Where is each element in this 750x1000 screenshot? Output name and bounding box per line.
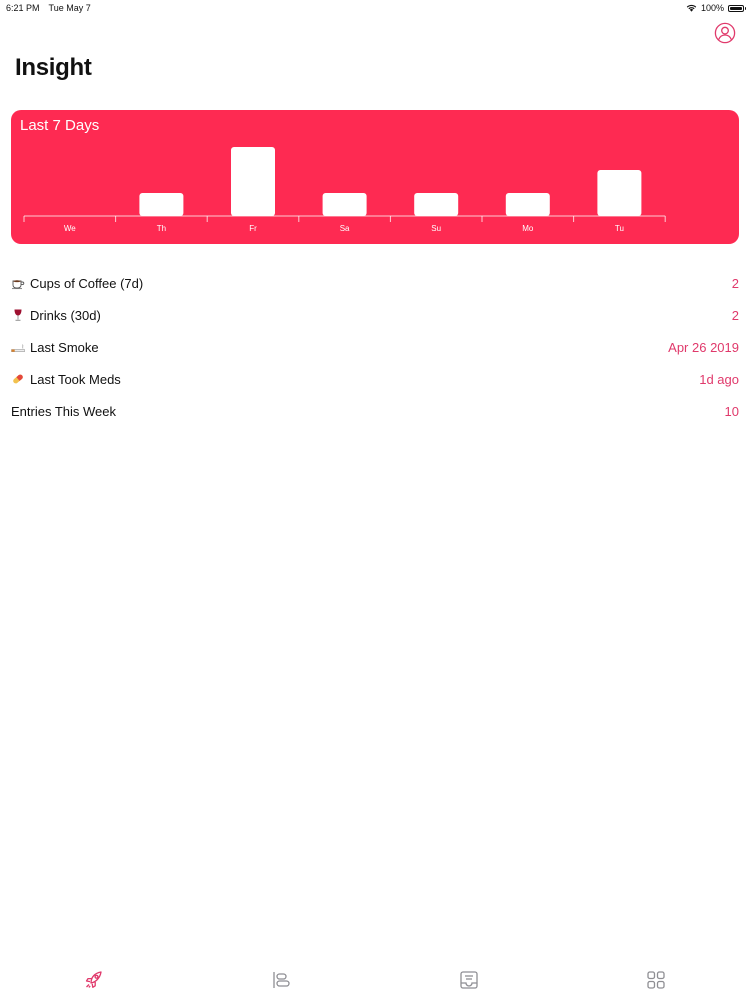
stat-row[interactable]: Entries This Week 10: [11, 395, 739, 427]
stats-list: Cups of Coffee (7d) 2 Drinks (30d) 2 Last Sm…: [11, 267, 739, 427]
tab-bar: [0, 960, 750, 1000]
stat-label-group: Entries This Week: [11, 404, 116, 419]
status-left: 6:21 PM Tue May 7: [6, 3, 91, 13]
stat-label: Last Took Meds: [30, 371, 121, 387]
page-title: Insight: [15, 54, 92, 81]
stat-row[interactable]: Last Took Meds 1d ago: [11, 363, 739, 395]
tray-list-icon: [460, 971, 478, 989]
chart-bar-th: [139, 193, 184, 216]
status-date: Tue May 7: [48, 3, 91, 13]
status-time: 6:21 PM: [6, 3, 40, 13]
cigarette-icon: [11, 340, 25, 354]
x-tick-label: Su: [431, 224, 441, 233]
stat-value: 1d ago: [699, 371, 739, 387]
status-right: 100%: [686, 3, 746, 13]
wine-glass-icon: [11, 308, 25, 322]
battery-icon: [728, 4, 746, 12]
insight-screen: 6:21 PM Tue May 7 100% Insight Last 7 Da…: [0, 0, 750, 1000]
person-circle-icon: [714, 22, 736, 44]
chart-title: Last 7 Days: [20, 117, 99, 134]
stat-label-group: Last Smoke: [11, 340, 99, 355]
chart-bar-tu: [597, 170, 642, 216]
rocket-icon: [85, 971, 102, 988]
profile-button[interactable]: [714, 22, 736, 44]
stat-label: Drinks (30d): [30, 307, 101, 323]
last-7-days-chart[interactable]: Last 7 Days We Th Fr Sa Su Mo Tu: [11, 110, 739, 244]
wifi-icon: [686, 4, 697, 12]
battery-percent: 100%: [700, 3, 724, 13]
chart-bar-su: [414, 193, 459, 216]
stat-value: 2: [731, 307, 739, 323]
stat-row[interactable]: Cups of Coffee (7d) 2: [11, 267, 739, 299]
stat-label-group: Last Took Meds: [11, 372, 121, 387]
status-bar: 6:21 PM Tue May 7 100%: [0, 0, 750, 16]
stat-label: Last Smoke: [30, 339, 99, 355]
stat-value: Apr 26 2019: [668, 339, 739, 355]
x-tick-label: We: [64, 224, 76, 233]
stat-row[interactable]: Drinks (30d) 2: [11, 299, 739, 331]
chart-svg: Last 7 Days We Th Fr Sa Su Mo Tu: [11, 110, 739, 244]
x-tick-label: Mo: [522, 224, 534, 233]
stat-label-group: Drinks (30d): [11, 308, 101, 323]
tab-grid[interactable]: [645, 969, 667, 991]
stat-label: Entries This Week: [11, 403, 117, 419]
tab-rocket[interactable]: [83, 969, 105, 991]
stat-value: 2: [731, 275, 739, 291]
x-tick-label: Th: [157, 224, 166, 233]
x-tick-label: Tu: [615, 224, 624, 233]
pill-icon: [11, 372, 25, 386]
stat-label-group: Cups of Coffee (7d): [11, 276, 143, 291]
x-tick-label: Sa: [340, 224, 350, 233]
timeline-icon: [273, 972, 290, 988]
grid-icon: [647, 971, 665, 989]
stat-value: 10: [724, 403, 739, 419]
tab-tray-list[interactable]: [458, 969, 480, 991]
coffee-icon: [11, 276, 25, 290]
stat-row[interactable]: Last Smoke Apr 26 2019: [11, 331, 739, 363]
x-tick-label: Fr: [249, 224, 257, 233]
chart-bar-sa: [322, 193, 367, 216]
tab-timeline[interactable]: [270, 969, 292, 991]
chart-bar-fr: [231, 147, 275, 216]
battery-fill: [730, 6, 742, 10]
stat-label: Cups of Coffee (7d): [30, 275, 144, 291]
chart-bar-mo: [505, 193, 550, 216]
